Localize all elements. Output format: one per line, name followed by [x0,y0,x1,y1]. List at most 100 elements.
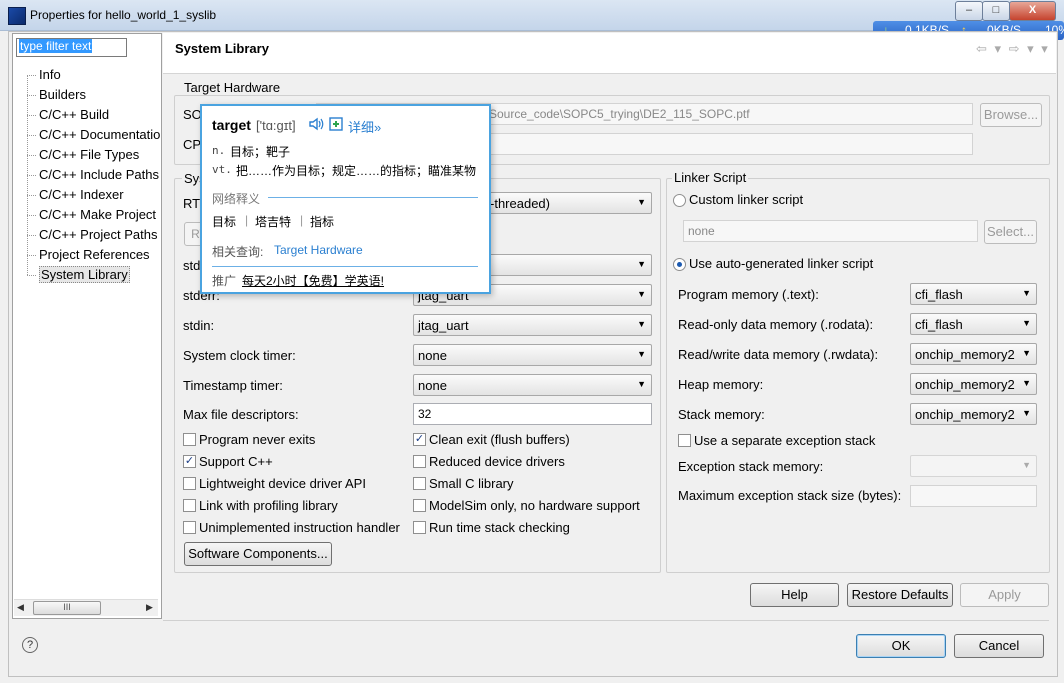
exception-max-input[interactable] [910,485,1037,507]
chevron-down-icon: ▼ [637,379,646,389]
popup-web-item[interactable]: 指标 [310,213,334,230]
tree-item[interactable]: Info [39,67,61,82]
option-checkbox[interactable] [183,477,196,490]
tree-connector [27,275,36,276]
option-checkbox[interactable] [413,499,426,512]
chevron-down-icon: ▼ [637,349,646,359]
maximize-button[interactable]: □ [982,1,1010,21]
chevron-down-icon: ▼ [1022,408,1031,418]
tree-item-label: C/C++ Indexer [39,187,124,202]
apply-button[interactable]: Apply [960,583,1049,607]
option-label: Reduced device drivers [429,454,565,469]
chevron-down-icon: ▼ [1022,348,1031,358]
add-icon[interactable] [329,117,343,131]
clock-timer-label: System clock timer: [183,348,296,363]
tree-item[interactable]: C/C++ Indexer [39,187,124,202]
rodata-memory-value: cfi_flash [915,317,963,332]
popup-ad-link[interactable]: 每天2小时【免费】学英语! [242,272,384,289]
ok-button[interactable]: OK [856,634,946,658]
option-checkbox[interactable]: ✓ [413,433,426,446]
chevron-down-icon: ▼ [1022,460,1031,470]
tree-connector [27,235,36,236]
close-button[interactable]: X [1009,1,1056,21]
clock-timer-combo[interactable]: none ▼ [413,344,652,366]
exception-max-label: Maximum exception stack size (bytes): [678,488,902,503]
rodata-memory-combo[interactable]: cfi_flash ▼ [910,313,1037,335]
tree-item[interactable]: C/C++ Documentatio [39,127,160,142]
popup-related-label: 相关查询: [212,245,264,259]
popup-phonetic: ['tɑ:gɪt] [256,118,296,133]
tree-connector [27,195,36,196]
custom-linker-field[interactable]: none [683,220,978,242]
popup-sep: | [245,213,249,227]
cancel-button[interactable]: Cancel [954,634,1044,658]
option-label: Lightweight device driver API [199,476,366,491]
option-checkbox[interactable] [183,521,196,534]
chevron-down-icon: ▼ [637,289,646,299]
exception-memory-combo[interactable]: ▼ [910,455,1037,477]
option-checkbox[interactable] [183,433,196,446]
speaker-icon[interactable] [308,116,324,131]
heap-memory-label: Heap memory: [678,377,764,392]
popup-web-item[interactable]: 塔吉特 [255,213,291,230]
scroll-thumb[interactable]: III [33,601,101,615]
divider [163,620,1049,621]
tree-item[interactable]: Builders [39,87,86,102]
stdin-combo[interactable]: jtag_uart ▼ [413,314,652,336]
option-label: Link with profiling library [199,498,338,513]
browse-button[interactable]: Browse... [980,103,1042,127]
scroll-left-icon[interactable]: ◀ [17,602,24,613]
popup-def1-pos: n. [212,144,226,157]
program-memory-combo[interactable]: cfi_flash ▼ [910,283,1037,305]
option-checkbox[interactable] [413,521,426,534]
tree-item[interactable]: C/C++ Make Project [39,207,156,222]
select-button[interactable]: Select... [984,220,1037,244]
software-components-button[interactable]: Software Components... [184,542,332,566]
dictionary-popup: target ['tɑ:gɪt] 详细» n. 目标；靶子 vt. 把……作为目… [200,104,491,294]
tree-item[interactable]: C/C++ Project Paths [39,227,158,242]
option-checkbox[interactable] [183,499,196,512]
tree-item[interactable]: System Library [39,266,130,283]
scroll-right-icon[interactable]: ▶ [146,602,153,613]
custom-linker-radio[interactable] [673,194,686,207]
popup-web-item[interactable]: 目标 [212,213,236,230]
tree-item[interactable]: C/C++ File Types [39,147,139,162]
tree-connector [27,115,36,116]
heap-memory-combo[interactable]: onchip_memory2 ▼ [910,373,1037,395]
tree-item[interactable]: C/C++ Build [39,107,109,122]
restore-defaults-button[interactable]: Restore Defaults [847,583,953,607]
page-header [163,33,1056,74]
tree-item[interactable]: C/C++ Include Paths [39,167,159,182]
stack-memory-combo[interactable]: onchip_memory2 ▼ [910,403,1037,425]
sopc-label: SO [183,107,202,122]
nav-arrows[interactable]: ⇦ ▾ ⇨ ▾ ▾ [976,41,1050,57]
auto-linker-radio[interactable] [673,258,686,271]
popup-related-link[interactable]: Target Hardware [274,243,363,257]
rwdata-memory-combo[interactable]: onchip_memory2 ▼ [910,343,1037,365]
stack-memory-label: Stack memory: [678,407,765,422]
page-title: System Library [175,41,269,56]
option-label: Program never exits [199,432,316,447]
tree-item[interactable]: Project References [39,247,150,262]
tree-connector [27,175,36,176]
popup-detail-link[interactable]: 详细» [348,117,381,136]
option-checkbox[interactable]: ✓ [183,455,196,468]
max-fd-input[interactable]: 32 [413,403,652,425]
option-checkbox[interactable] [413,455,426,468]
minimize-button[interactable]: – [955,1,983,21]
stdin-label: stdin: [183,318,215,333]
tree-item-label: C/C++ Build [39,107,110,122]
option-checkbox[interactable] [413,477,426,490]
popup-word: target [212,117,251,133]
cpu-label: CP [183,137,202,152]
target-hardware-label: Target Hardware [182,80,283,95]
separate-exception-label: Use a separate exception stack [694,433,876,448]
separate-exception-checkbox[interactable] [678,434,691,447]
tree-item-label: C/C++ Make Project [39,207,157,222]
rwdata-memory-label: Read/write data memory (.rwdata): [678,347,879,362]
heap-memory-value: onchip_memory2 [915,377,1015,392]
filter-input[interactable]: type filter text [16,38,127,57]
help-button[interactable]: Help [750,583,839,607]
timestamp-timer-combo[interactable]: none ▼ [413,374,652,396]
help-icon[interactable]: ? [22,637,38,653]
